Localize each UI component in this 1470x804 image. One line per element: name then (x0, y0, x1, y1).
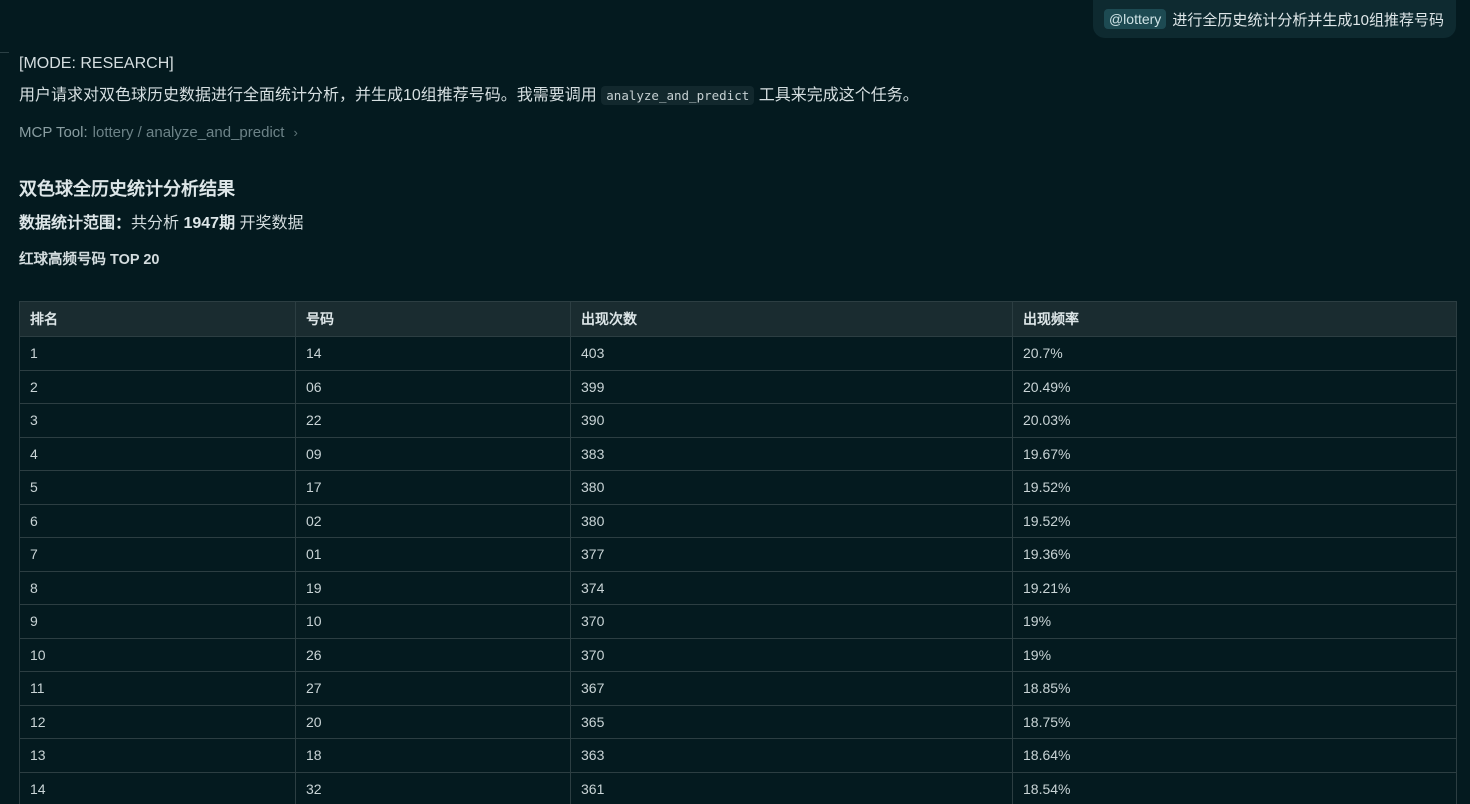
mcp-tool-label: MCP Tool: (19, 124, 88, 141)
cell-count: 370 (570, 637, 1013, 672)
cell-frequency: 18.85% (1012, 671, 1457, 706)
cell-frequency: 19% (1012, 604, 1457, 639)
cell-rank: 11 (19, 671, 296, 706)
cell-number: 06 (295, 369, 571, 404)
cell-number: 20 (295, 704, 571, 739)
cell-frequency: 20.49% (1012, 369, 1457, 404)
cell-frequency: 18.54% (1012, 771, 1457, 804)
cell-number: 10 (295, 604, 571, 639)
mcp-tool-path: lottery / analyze_and_predict (92, 124, 285, 141)
cell-frequency: 20.7% (1012, 336, 1457, 371)
cell-rank: 13 (19, 738, 296, 773)
cell-number: 18 (295, 738, 571, 773)
table-row: 6 02 380 19.52% (19, 503, 1457, 538)
cell-rank: 14 (19, 771, 296, 804)
scope-pre: 共分析 (131, 215, 180, 232)
cell-number: 01 (295, 537, 571, 572)
cell-rank: 10 (19, 637, 296, 672)
message-divider (0, 52, 9, 53)
cell-count: 377 (570, 537, 1013, 572)
cell-rank: 4 (19, 436, 296, 471)
chat-panel: @lottery 进行全历史统计分析并生成10组推荐号码 [MODE: RESE… (0, 0, 1470, 804)
scope-post: 开奖数据 (239, 215, 304, 232)
table-row: 14 32 361 18.54% (19, 771, 1457, 804)
cell-frequency: 19.21% (1012, 570, 1457, 605)
assistant-response: [MODE: RESEARCH] 用户请求对双色球历史数据进行全面统计分析，并生… (19, 52, 1457, 804)
cell-count: 390 (570, 403, 1013, 438)
cell-rank: 2 (19, 369, 296, 404)
table-row: 1 14 403 20.7% (19, 336, 1457, 371)
table-row: 5 17 380 19.52% (19, 470, 1457, 505)
cell-number: 17 (295, 470, 571, 505)
table-row: 12 20 365 18.75% (19, 704, 1457, 739)
cell-rank: 12 (19, 704, 296, 739)
cell-number: 02 (295, 503, 571, 538)
table-row: 11 27 367 18.85% (19, 671, 1457, 706)
user-message-text: 进行全历史统计分析并生成10组推荐号码 (1172, 11, 1444, 29)
cell-count: 403 (570, 336, 1013, 371)
table-header-row: 排名 号码 出现次数 出现频率 (19, 301, 1457, 337)
cell-rank: 1 (19, 336, 296, 371)
cell-rank: 7 (19, 537, 296, 572)
cell-count: 363 (570, 738, 1013, 773)
cell-frequency: 18.75% (1012, 704, 1457, 739)
result-title: 双色球全历史统计分析结果 (19, 179, 235, 199)
cell-rank: 8 (19, 570, 296, 605)
cell-rank: 5 (19, 470, 296, 505)
frequency-table: 排名 号码 出现次数 出现频率 1 14 403 20.7% 2 06 399 20.49%… (19, 301, 1457, 804)
cell-frequency: 19.36% (1012, 537, 1457, 572)
header-rank: 排名 (19, 301, 296, 337)
mcp-tool-call[interactable]: MCP Tool: lottery / analyze_and_predict … (19, 123, 1456, 143)
scope-label: 数据统计范围： (19, 215, 132, 232)
inline-code: analyze_and_predict (601, 86, 755, 105)
intro-paragraph: 用户请求对双色球历史数据进行全面统计分析，并生成10组推荐号码。我需要调用 an… (19, 84, 1456, 108)
cell-number: 26 (295, 637, 571, 672)
cell-number: 22 (295, 403, 571, 438)
cell-rank: 6 (19, 503, 296, 538)
scope-count: 1947期 (183, 215, 236, 232)
table-row: 13 18 363 18.64% (19, 738, 1457, 773)
cell-count: 370 (570, 604, 1013, 639)
cell-count: 399 (570, 369, 1013, 404)
header-number: 号码 (295, 301, 571, 337)
table-row: 3 22 390 20.03% (19, 403, 1457, 438)
intro-text-after: 工具来完成这个任务。 (758, 87, 919, 104)
mention-chip[interactable]: @lottery (1103, 9, 1167, 29)
cell-frequency: 18.64% (1012, 738, 1457, 773)
mode-label: [MODE: RESEARCH] (19, 55, 174, 72)
user-message-bubble: @lottery 进行全历史统计分析并生成10组推荐号码 (1092, 0, 1456, 38)
cell-number: 14 (295, 336, 571, 371)
cell-count: 365 (570, 704, 1013, 739)
cell-count: 374 (570, 570, 1013, 605)
cell-frequency: 19.52% (1012, 470, 1457, 505)
cell-rank: 9 (19, 604, 296, 639)
intro-text-before: 用户请求对双色球历史数据进行全面统计分析，并生成10组推荐号码。我需要调用 (19, 87, 597, 104)
cell-frequency: 19% (1012, 637, 1457, 672)
cell-frequency: 20.03% (1012, 403, 1457, 438)
cell-number: 32 (295, 771, 571, 804)
cell-frequency: 19.52% (1012, 503, 1457, 538)
header-count: 出现次数 (570, 301, 1013, 337)
cell-number: 09 (295, 436, 571, 471)
table-heading: 红球高频号码 TOP 20 (19, 252, 160, 268)
cell-count: 380 (570, 470, 1013, 505)
table-row: 2 06 399 20.49% (19, 369, 1457, 404)
table-row: 9 10 370 19% (19, 604, 1457, 639)
chevron-right-icon[interactable]: › (293, 123, 297, 143)
table-row: 4 09 383 19.67% (19, 436, 1457, 471)
cell-count: 367 (570, 671, 1013, 706)
cell-count: 380 (570, 503, 1013, 538)
cell-number: 27 (295, 671, 571, 706)
cell-number: 19 (295, 570, 571, 605)
cell-frequency: 19.67% (1012, 436, 1457, 471)
table-row: 10 26 370 19% (19, 637, 1457, 672)
header-frequency: 出现频率 (1012, 301, 1457, 337)
scope-line: 数据统计范围：共分析 1947期 开奖数据 (19, 212, 1456, 236)
cell-count: 383 (570, 436, 1013, 471)
table-row: 7 01 377 19.36% (19, 537, 1457, 572)
cell-rank: 3 (19, 403, 296, 438)
cell-count: 361 (570, 771, 1013, 804)
table-row: 8 19 374 19.21% (19, 570, 1457, 605)
